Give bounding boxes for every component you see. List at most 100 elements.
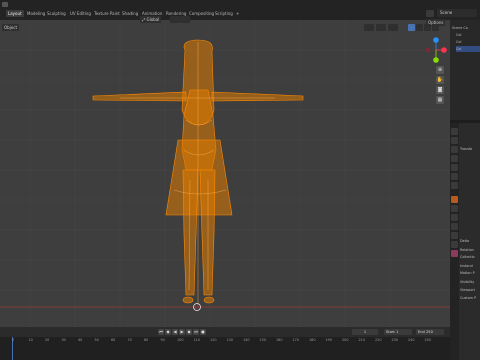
viewport-mode-dropdown[interactable]: Object [2,24,20,31]
ruler-tick-label: 90 [160,338,165,342]
ruler-tick-label: 220 [375,338,382,342]
panel-collections[interactable]: Collectio [460,254,475,260]
ruler-tick-label: 240 [408,338,415,342]
ruler-tick-label: 150 [259,338,266,342]
gizmo-x-axis[interactable] [441,47,447,53]
end-value: 250 [426,330,433,334]
physics-tab-icon[interactable] [451,223,458,230]
ruler-tick-label: 110 [193,338,200,342]
output-tab-icon[interactable] [451,146,458,153]
panel-relations[interactable]: Relation [460,247,474,253]
3d-viewport[interactable] [0,20,450,327]
ruler-tick-label: 70 [127,338,132,342]
ruler-tick-label: 50 [94,338,99,342]
gizmo-toggle-icon[interactable] [388,24,398,31]
play-reverse-icon[interactable]: ◀ [172,329,178,335]
ruler-tick-label: 120 [210,338,217,342]
ruler-tick-label: 100 [177,338,184,342]
orientation-label: Global [146,17,160,22]
blender-logo-icon[interactable] [2,2,8,7]
workspace-tab-texture-paint[interactable]: Texture Paint [92,10,122,17]
start-value: 1 [395,330,399,334]
collection-tab-icon[interactable] [451,182,458,189]
start-label: Start [386,330,395,334]
panel-custom-properties[interactable]: Custom P [460,295,476,301]
end-frame-field[interactable]: End 250 [416,329,444,335]
gizmo-neg-x-axis[interactable] [425,47,431,53]
pivot-icon[interactable] [170,16,180,23]
panel-visibility[interactable]: Visibility [460,279,474,285]
jump-end-icon[interactable]: ⏭ [193,329,199,335]
ruler-tick-label: 250 [424,338,431,342]
workspace-tab-uv-editing[interactable]: UV Editing [68,10,93,17]
record-icon[interactable]: ● [200,329,206,335]
ruler-tick-label: 130 [226,338,233,342]
workspace-tab-layout[interactable]: Layout [6,10,24,17]
scene-name-field[interactable]: Scene [437,9,477,17]
viewport-canvas [0,20,450,327]
timeline-ruler[interactable] [0,337,450,360]
shading-solid-icon[interactable] [416,24,423,31]
overlay-icon[interactable] [376,24,386,31]
modifier-tab-icon[interactable] [451,205,458,212]
render-tab-icon[interactable] [451,137,458,144]
panel-motion-paths[interactable]: Motion P [460,270,475,276]
ruler-tick-label: 210 [358,338,365,342]
workspace-tab-compositing[interactable]: Compositing [187,10,216,17]
shading-rendered-icon[interactable] [432,24,439,31]
outliner-item[interactable]: Scene Co [452,25,468,31]
outliner-item-selected[interactable]: Col [456,46,480,52]
select-mode-icon[interactable] [364,24,374,31]
world-tab-icon[interactable] [451,173,458,180]
workspace-tab-scripting[interactable]: Scripting [213,10,235,17]
ruler-tick-label: 60 [111,338,116,342]
material-tab-icon[interactable] [451,250,458,257]
object-tab-icon[interactable] [451,196,458,203]
outliner-item[interactable]: Col [456,39,461,45]
camera-icon[interactable]: ◙ [436,86,444,94]
start-frame-field[interactable]: Start 1 [384,329,412,335]
outliner-panel [450,20,480,120]
shading-material-icon[interactable] [424,24,431,31]
zoom-icon[interactable]: ⊕ [436,66,444,74]
scene-tab-icon[interactable] [451,164,458,171]
ruler-tick-label: 20 [45,338,50,342]
particles-tab-icon[interactable] [451,214,458,221]
outliner-item[interactable]: Col [456,32,461,38]
ortho-icon[interactable]: ▦ [436,96,444,104]
constraints-tab-icon[interactable] [451,232,458,239]
transform-orientation-dropdown[interactable]: ⤢ Global [140,16,162,23]
prev-keyframe-icon[interactable]: ◆ [165,329,171,335]
ruler-tick-label: 10 [28,338,33,342]
ruler-tick-label: 160 [276,338,283,342]
gizmo-z-axis[interactable] [433,37,439,43]
next-keyframe-icon[interactable]: ◆ [186,329,192,335]
jump-start-icon[interactable]: ⏮ [158,329,164,335]
ruler-tick-label: 190 [325,338,332,342]
play-icon[interactable]: ▶ [179,329,185,335]
panel-instancing[interactable]: Instanci [460,263,473,269]
data-tab-icon[interactable] [451,241,458,248]
workspace-tab-sculpting[interactable]: Sculpting [45,10,68,17]
panel-viewport-display[interactable]: Viewport [460,287,475,293]
add-workspace-button[interactable]: + [234,10,241,17]
ruler-tick-label: 180 [309,338,316,342]
ruler-tick-label: 80 [144,338,149,342]
ruler-tick-label: 200 [342,338,349,342]
ruler-tick-label: 230 [391,338,398,342]
scene-icon[interactable] [426,10,434,17]
workspace-tab-shading[interactable]: Shading [120,10,140,17]
tool-tab-icon[interactable] [451,128,458,135]
panel-transform[interactable]: Transfo [460,146,472,152]
snap-icon[interactable] [180,16,190,23]
navigation-gizmo[interactable] [422,36,450,66]
view-layer-tab-icon[interactable] [451,155,458,162]
workspace-tab-modeling[interactable]: Modeling [25,10,47,17]
shading-wireframe-icon[interactable] [408,24,415,31]
current-frame-field[interactable]: 1 [352,329,378,335]
ruler-tick-label: 170 [292,338,299,342]
ruler-tick-label: 140 [243,338,250,342]
gizmo-y-axis[interactable] [433,57,439,63]
panel-delta-transform[interactable]: Delta [460,238,469,244]
pan-icon[interactable]: ✋ [436,76,444,84]
